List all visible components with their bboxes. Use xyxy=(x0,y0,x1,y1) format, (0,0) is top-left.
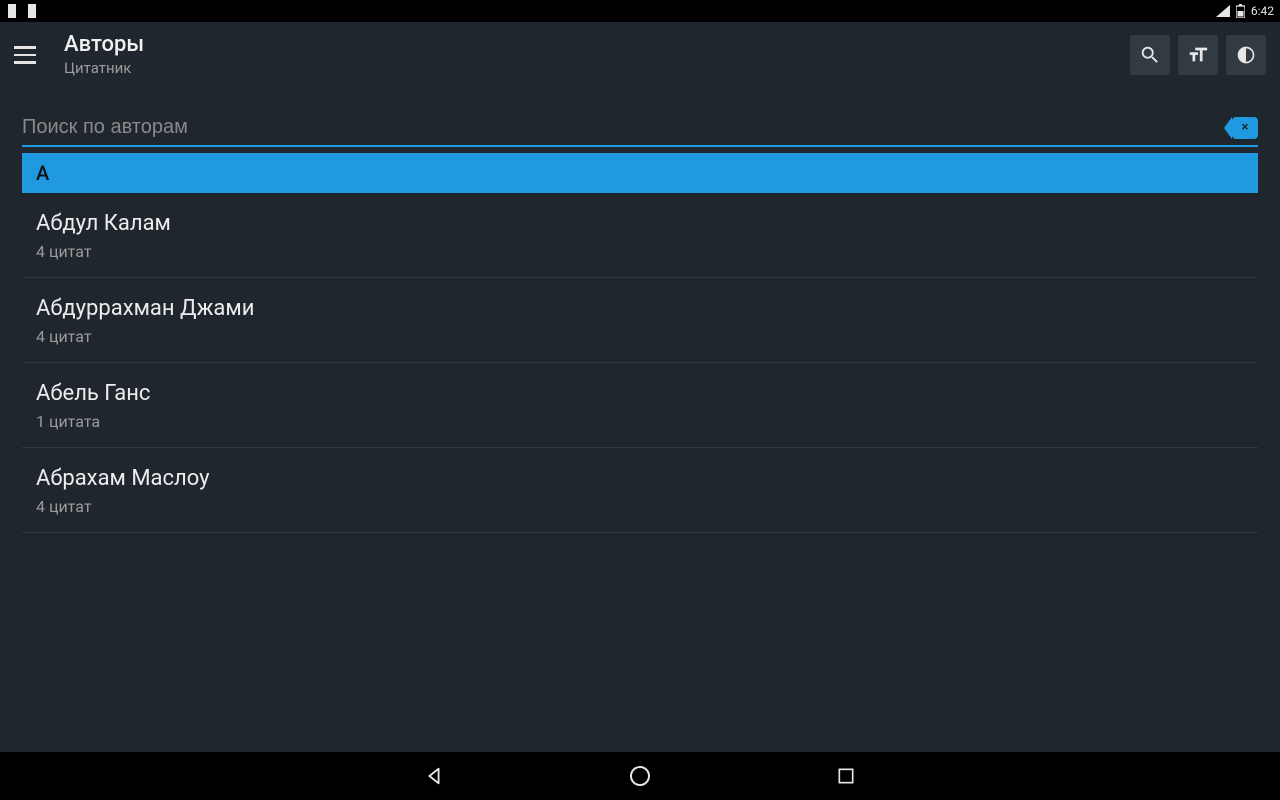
author-name: Абдуррахман Джами xyxy=(36,296,1244,321)
recents-button[interactable] xyxy=(833,763,859,789)
home-icon xyxy=(628,764,652,788)
quote-count: 4 цитат xyxy=(36,327,1244,346)
back-icon xyxy=(423,765,445,787)
search-input[interactable] xyxy=(22,116,1232,139)
notification-icon xyxy=(26,4,38,18)
list-item[interactable]: Абдуррахман Джами 4 цитат xyxy=(22,278,1258,363)
screen: 6:42 Авторы Цитатник × A Абдул Ка xyxy=(0,0,1280,800)
author-name: Абдул Калам xyxy=(36,211,1244,236)
navigation-bar xyxy=(0,752,1280,800)
signal-icon xyxy=(1216,5,1230,17)
search-field[interactable]: × xyxy=(22,116,1258,147)
home-button[interactable] xyxy=(627,763,653,789)
list-item[interactable]: Абрахам Маслоу 4 цитат xyxy=(22,448,1258,533)
menu-icon[interactable] xyxy=(14,39,46,71)
clear-search-button[interactable]: × xyxy=(1232,117,1258,139)
authors-list: A Абдул Калам 4 цитат Абдуррахман Джами … xyxy=(22,153,1258,533)
search-button[interactable] xyxy=(1130,35,1170,75)
author-name: Абрахам Маслоу xyxy=(36,466,1244,491)
close-icon: × xyxy=(1242,120,1249,135)
status-time: 6:42 xyxy=(1251,4,1274,18)
theme-button[interactable] xyxy=(1226,35,1266,75)
back-button[interactable] xyxy=(421,763,447,789)
text-size-icon xyxy=(1186,44,1210,66)
quote-count: 4 цитат xyxy=(36,242,1244,261)
battery-icon xyxy=(1236,4,1245,18)
status-left xyxy=(6,4,38,18)
contrast-icon xyxy=(1236,45,1256,65)
status-right: 6:42 xyxy=(1216,4,1274,18)
app-bar-titles: Авторы Цитатник xyxy=(64,33,144,77)
list-item[interactable]: Абель Ганс 1 цитата xyxy=(22,363,1258,448)
page-title: Авторы xyxy=(64,33,144,57)
text-size-button[interactable] xyxy=(1178,35,1218,75)
notification-icon xyxy=(6,4,18,18)
recents-icon xyxy=(836,766,856,786)
list-item[interactable]: Абдул Калам 4 цитат xyxy=(22,193,1258,278)
status-bar: 6:42 xyxy=(0,0,1280,22)
author-name: Абель Ганс xyxy=(36,381,1244,406)
section-header: A xyxy=(22,153,1258,193)
page-subtitle: Цитатник xyxy=(64,59,144,77)
quote-count: 4 цитат xyxy=(36,497,1244,516)
app-bar: Авторы Цитатник xyxy=(0,22,1280,88)
quote-count: 1 цитата xyxy=(36,412,1244,431)
search-icon xyxy=(1139,44,1161,66)
